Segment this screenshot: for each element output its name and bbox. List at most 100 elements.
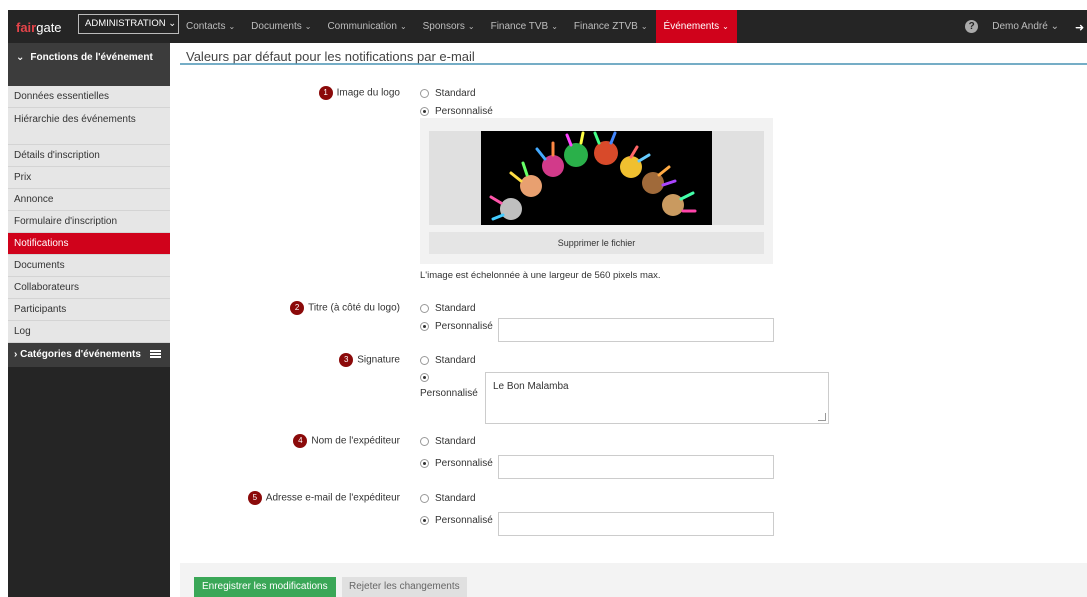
step-badge: 1 bbox=[318, 86, 333, 100]
step-badge: 5 bbox=[247, 491, 262, 505]
resize-handle-icon[interactable] bbox=[818, 413, 826, 421]
sidebar-item-annonce[interactable]: Annonce bbox=[8, 189, 170, 211]
field-label-text: Adresse e-mail de l'expéditeur bbox=[265, 492, 400, 504]
field-label-sender-name: 4 Nom de l'expéditeur bbox=[180, 434, 400, 448]
title-divider bbox=[180, 63, 1087, 65]
sidebar-category-label: Catégories d'événements bbox=[20, 349, 141, 360]
sidebar-item-donnees-essentielles[interactable]: Données essentielles bbox=[8, 86, 170, 108]
sidebar-item-label: Prix bbox=[14, 172, 32, 183]
sidebar-item-label: Détails d'inscription bbox=[14, 150, 100, 161]
sidebar-item-hierarchie[interactable]: Hiérarchie des événements bbox=[8, 108, 170, 145]
field-label-text: Nom de l'expéditeur bbox=[311, 435, 400, 447]
logo-text-fair: fair bbox=[16, 20, 37, 35]
sidebar-item-log[interactable]: Log bbox=[8, 321, 170, 343]
reject-button[interactable]: Rejeter les changements bbox=[342, 577, 467, 597]
user-name: Demo André bbox=[992, 21, 1048, 32]
radio-unchecked-icon[interactable] bbox=[420, 304, 429, 313]
sidebar-header[interactable]: ⌄ Fonctions de l'événement bbox=[8, 43, 170, 86]
sidebar-item-notifications[interactable]: Notifications bbox=[8, 233, 170, 255]
chevron-down-icon: ⌄ bbox=[640, 22, 648, 31]
title-input[interactable] bbox=[498, 318, 774, 342]
sidebar-item-label: Annonce bbox=[14, 194, 54, 205]
nav-item-label: Contacts bbox=[186, 21, 226, 32]
step-badge: 2 bbox=[290, 301, 305, 315]
radio-label: Personnalisé bbox=[435, 106, 493, 117]
chevron-down-icon: ⌄ bbox=[722, 22, 729, 31]
main-navbar: fairgate ADMINISTRATION ⌄ Contacts ⌄ Docu… bbox=[8, 10, 1087, 43]
nav-user-area: ? Demo André ⌄ ➜ bbox=[965, 10, 1087, 43]
signature-option-custom[interactable]: Personnalisé bbox=[420, 373, 478, 399]
logo-option-custom[interactable]: Personnalisé bbox=[420, 106, 493, 117]
delete-file-button[interactable]: Supprimer le fichier bbox=[429, 232, 764, 254]
logo-text-gate: gate bbox=[36, 20, 62, 35]
nav-item-label: Sponsors bbox=[422, 21, 465, 32]
image-hint: L'image est échelonnée à une largeur de … bbox=[420, 270, 661, 281]
step-badge: 4 bbox=[293, 434, 308, 448]
step-badge: 3 bbox=[339, 353, 354, 367]
field-label-text: Titre (à côté du logo) bbox=[308, 302, 400, 314]
painted-hands-image bbox=[481, 131, 712, 225]
title-option-standard[interactable]: Standard bbox=[420, 303, 476, 314]
sidebar-item-label: Données essentielles bbox=[14, 91, 110, 102]
nav-item-sponsors[interactable]: Sponsors ⌄ bbox=[415, 10, 483, 43]
chevron-down-icon: ⌄ bbox=[168, 18, 177, 29]
sidebar-item-details-inscription[interactable]: Détails d'inscription bbox=[8, 145, 170, 167]
nav-item-contacts[interactable]: Contacts ⌄ bbox=[178, 10, 243, 43]
sender-name-option-standard[interactable]: Standard bbox=[420, 436, 476, 447]
chevron-down-icon: ⌄ bbox=[1050, 21, 1059, 32]
app-logo[interactable]: fairgate bbox=[16, 20, 62, 35]
radio-checked-icon[interactable] bbox=[420, 459, 429, 468]
radio-unchecked-icon[interactable] bbox=[420, 494, 429, 503]
sender-email-input[interactable] bbox=[498, 512, 774, 536]
field-label-text: Image du logo bbox=[336, 87, 400, 99]
nav-item-communication[interactable]: Communication ⌄ bbox=[319, 10, 414, 43]
sidebar-list: Données essentielles Hiérarchie des évén… bbox=[8, 86, 170, 343]
sender-email-option-custom[interactable]: Personnalisé bbox=[420, 515, 493, 526]
administration-dropdown[interactable]: ADMINISTRATION ⌄ bbox=[78, 14, 179, 34]
chevron-down-icon: ⌄ bbox=[467, 22, 475, 31]
sidebar-item-label: Participants bbox=[14, 304, 67, 315]
sender-name-input[interactable] bbox=[498, 455, 774, 479]
signature-textarea[interactable]: Le Bon Malamba bbox=[485, 372, 829, 424]
chevron-down-icon: ⌄ bbox=[16, 52, 25, 63]
sender-name-option-custom[interactable]: Personnalisé bbox=[420, 458, 493, 469]
radio-checked-icon[interactable] bbox=[420, 516, 429, 525]
title-option-custom[interactable]: Personnalisé bbox=[420, 321, 493, 332]
sidebar-item-collaborateurs[interactable]: Collaborateurs bbox=[8, 277, 170, 299]
administration-label: ADMINISTRATION bbox=[85, 18, 166, 29]
logo-option-standard[interactable]: Standard bbox=[420, 88, 476, 99]
chevron-down-icon: ⌄ bbox=[304, 22, 312, 31]
nav-item-finance-tvb[interactable]: Finance TVB ⌄ bbox=[483, 10, 566, 43]
save-button[interactable]: Enregistrer les modifications bbox=[194, 577, 336, 597]
radio-label: Standard bbox=[435, 355, 476, 366]
signature-option-standard[interactable]: Standard bbox=[420, 355, 476, 366]
field-label-text: Signature bbox=[357, 354, 400, 366]
nav-item-evenements[interactable]: Événements ⌄ bbox=[655, 10, 737, 43]
nav-item-finance-ztvb[interactable]: Finance ZTVB ⌄ bbox=[566, 10, 656, 43]
field-label-title: 2 Titre (à côté du logo) bbox=[180, 301, 400, 315]
sender-email-option-standard[interactable]: Standard bbox=[420, 493, 476, 504]
user-menu[interactable]: Demo André ⌄ bbox=[992, 21, 1059, 32]
sidebar-item-prix[interactable]: Prix bbox=[8, 167, 170, 189]
radio-unchecked-icon[interactable] bbox=[420, 89, 429, 98]
logout-icon[interactable]: ➜ bbox=[1075, 21, 1087, 34]
hamburger-menu-icon[interactable] bbox=[149, 350, 161, 359]
nav-item-documents[interactable]: Documents ⌄ bbox=[243, 10, 319, 43]
chevron-down-icon: ⌄ bbox=[399, 22, 407, 31]
radio-unchecked-icon[interactable] bbox=[420, 437, 429, 446]
sidebar-item-formulaire[interactable]: Formulaire d'inscription bbox=[8, 211, 170, 233]
help-icon[interactable]: ? bbox=[965, 20, 979, 33]
main-content: Valeurs par défaut pour les notification… bbox=[180, 43, 1087, 597]
radio-checked-icon[interactable] bbox=[420, 107, 429, 116]
radio-label: Personnalisé bbox=[420, 388, 478, 399]
chevron-down-icon: ⌄ bbox=[551, 22, 558, 31]
radio-checked-icon[interactable] bbox=[420, 322, 429, 331]
sidebar-item-label: Hiérarchie des événements bbox=[14, 114, 136, 125]
sidebar-category-header[interactable]: › Catégories d'événements bbox=[8, 343, 170, 367]
radio-unchecked-icon[interactable] bbox=[420, 356, 429, 365]
sidebar-item-participants[interactable]: Participants bbox=[8, 299, 170, 321]
signature-text: Le Bon Malamba bbox=[493, 381, 569, 392]
field-label-sender-email: 5 Adresse e-mail de l'expéditeur bbox=[180, 491, 400, 505]
sidebar-item-documents[interactable]: Documents bbox=[8, 255, 170, 277]
radio-checked-icon[interactable] bbox=[420, 373, 429, 382]
